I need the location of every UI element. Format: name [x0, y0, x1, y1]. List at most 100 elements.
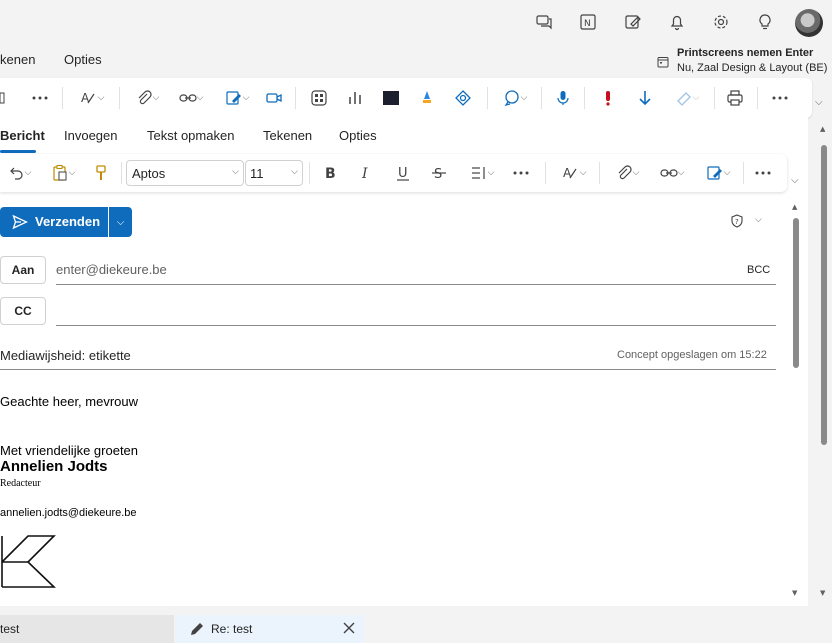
close-icon[interactable]: [342, 621, 356, 635]
font-size-select[interactable]: 11 ⌵: [245, 160, 303, 186]
scroll-up-icon[interactable]: ▲: [792, 203, 797, 211]
scroll-down-icon[interactable]: ▼: [820, 589, 825, 597]
window-scrollbar[interactable]: ▲ ▼: [818, 125, 830, 605]
subject-underline: [0, 369, 776, 370]
signature-icon[interactable]: ⌵: [701, 161, 735, 185]
divider: [714, 87, 715, 109]
chevron-down-icon: ⌵: [116, 216, 125, 228]
attach-icon[interactable]: ⌵: [610, 161, 644, 185]
font-family-value: Aptos: [132, 166, 166, 181]
divider: [309, 162, 310, 184]
draft-tab-test[interactable]: test: [0, 615, 174, 643]
copilot-icon[interactable]: ⌵: [498, 86, 532, 110]
divider: [541, 87, 542, 109]
more-options-icon[interactable]: [770, 86, 790, 110]
divider: [743, 162, 744, 184]
company-logo: [0, 534, 56, 589]
low-importance-icon[interactable]: [634, 86, 656, 110]
sensitivity-icon[interactable]: ⌵: [670, 86, 704, 110]
divider: [599, 162, 600, 184]
undo-icon[interactable]: ⌵: [2, 161, 36, 185]
print-icon[interactable]: [724, 86, 746, 110]
tab-opties[interactable]: Opties: [339, 128, 377, 143]
link-icon[interactable]: ⌵: [174, 86, 208, 110]
clipboard-icon[interactable]: [0, 86, 6, 110]
bcc-button[interactable]: BCC: [747, 264, 770, 276]
gear-icon[interactable]: [710, 11, 732, 33]
chevron-down-icon: ⌵: [291, 167, 298, 177]
signature-email[interactable]: annelien.jodts@diekeure.be: [0, 507, 137, 519]
apps-icon[interactable]: [308, 86, 330, 110]
more-format-icon[interactable]: [511, 161, 531, 185]
chevron-down-icon[interactable]: ⌵: [755, 215, 762, 225]
bottom-tab-bar: test Re: test: [0, 606, 832, 643]
bold-icon[interactable]: B: [319, 161, 341, 185]
editor-icon[interactable]: A ⌵: [75, 86, 109, 110]
scroll-thumb[interactable]: [793, 218, 799, 368]
bell-icon[interactable]: [666, 11, 688, 33]
more-options-icon[interactable]: [753, 161, 773, 185]
paste-icon[interactable]: ⌵: [46, 161, 80, 185]
lightbulb-icon[interactable]: [754, 11, 776, 33]
onenote-icon[interactable]: N: [577, 11, 599, 33]
chart-icon[interactable]: [344, 86, 366, 110]
cc-button[interactable]: CC: [0, 297, 46, 325]
expand-ribbon-icon[interactable]: ⌵: [815, 97, 823, 108]
scroll-down-icon[interactable]: ▼: [792, 589, 797, 597]
font-family-select[interactable]: Aptos ⌵: [126, 160, 244, 186]
outer-tab-tekenen[interactable]: kenen: [0, 52, 35, 67]
microphone-icon[interactable]: [552, 86, 574, 110]
calendar-icon: [657, 56, 669, 68]
send-button[interactable]: Verzenden: [0, 207, 108, 237]
divider: [121, 162, 122, 184]
compose-scrollbar[interactable]: ▲ ▼: [790, 196, 802, 606]
ribbon-toolbar-outer: A ⌵ ⌵ ⌵ ⌵ ⌵ ⌵: [0, 78, 812, 118]
signature-icon[interactable]: ⌵: [220, 86, 254, 110]
draft-tab-re-test[interactable]: Re: test: [176, 615, 364, 643]
body-greeting[interactable]: Geachte heer, mevrouw: [0, 394, 138, 409]
draft-tab-label: Re: test: [211, 622, 253, 636]
signature-role: Redacteur: [0, 478, 41, 489]
chevron-down-icon: ⌵: [232, 167, 239, 177]
line-spacing-icon[interactable]: ⌵: [465, 161, 499, 185]
divider: [545, 162, 546, 184]
notification[interactable]: Printscreens nemen Enter Nu, Zaal Design…: [655, 47, 832, 77]
scroll-thumb[interactable]: [821, 145, 827, 445]
expand-toolbar-icon[interactable]: ⌵: [791, 175, 799, 186]
avatar[interactable]: [795, 9, 823, 37]
shield-icon[interactable]: ?: [730, 214, 744, 228]
attach-icon[interactable]: ⌵: [130, 86, 164, 110]
to-field[interactable]: enter@diekeure.be: [56, 262, 167, 277]
tab-tekst-opmaken[interactable]: Tekst opmaken: [147, 128, 234, 143]
chat-icon[interactable]: [533, 11, 555, 33]
tab-tekenen[interactable]: Tekenen: [263, 128, 312, 143]
active-tab-indicator: [0, 150, 36, 153]
svg-text:U: U: [398, 166, 408, 181]
loop-icon[interactable]: [452, 86, 474, 110]
formatting-toolbar: ⌵ ⌵ Aptos ⌵ 11 ⌵ B I U S ⌵ A ⌵ ⌵ ⌵ ⌵: [0, 154, 787, 192]
format-painter-icon[interactable]: [90, 161, 112, 185]
body-closing[interactable]: Met vriendelijke groeten: [0, 443, 138, 458]
tab-invoegen[interactable]: Invoegen: [64, 128, 118, 143]
high-importance-icon[interactable]: [597, 86, 619, 110]
underline-icon[interactable]: U: [392, 161, 414, 185]
link-icon[interactable]: ⌵: [655, 161, 689, 185]
editor-icon[interactable]: A ⌵: [557, 161, 591, 185]
send-options-button[interactable]: ⌵: [109, 207, 132, 237]
draft-status: Concept opgeslagen om 15:22: [617, 349, 767, 361]
subject-field[interactable]: Mediawijsheid: etikette: [0, 348, 131, 363]
edit-note-icon[interactable]: [622, 11, 644, 33]
italic-icon[interactable]: I: [355, 161, 377, 185]
outer-tab-opties[interactable]: Opties: [64, 52, 102, 67]
divider: [295, 87, 296, 109]
divider: [62, 87, 63, 109]
teams-meeting-icon[interactable]: [263, 86, 285, 110]
dark-app-icon[interactable]: [380, 86, 402, 110]
to-button[interactable]: Aan: [0, 256, 46, 284]
scroll-up-icon[interactable]: ▲: [820, 125, 825, 133]
draft-tab-label: test: [0, 622, 20, 636]
tab-bericht[interactable]: Bericht: [0, 128, 45, 143]
more-icon[interactable]: [30, 86, 50, 110]
addin-icon[interactable]: [416, 86, 438, 110]
strikethrough-icon[interactable]: S: [428, 161, 450, 185]
